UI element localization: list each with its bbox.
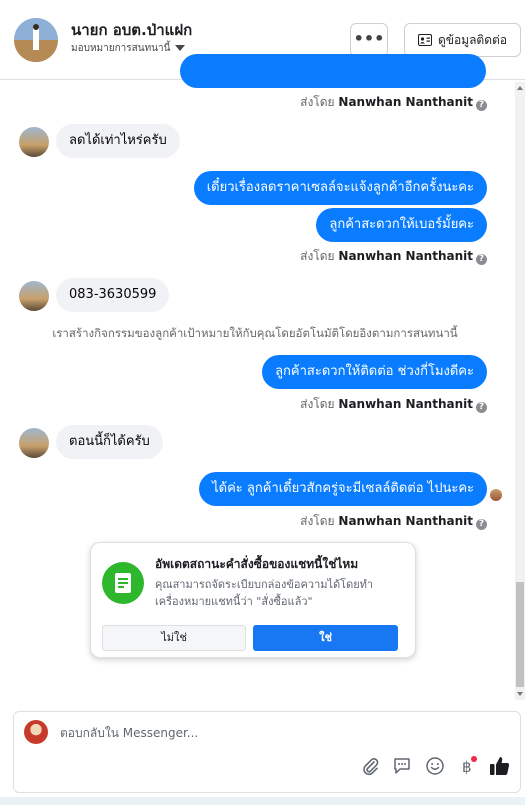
sent-by-label: ส่งโดย Nanwhan Nanthanit? [300,93,487,112]
more-options-icon: ••• [353,29,385,48]
attachment-icon[interactable] [360,756,380,776]
scrollbar-thumb[interactable] [516,582,524,687]
emoji-icon[interactable] [425,756,445,776]
sent-by-prefix: ส่งโดย [300,514,335,528]
system-activity-note: เราสร้างกิจกรรมของลูกค้าเป้าหมายให้กับคุ… [52,326,458,340]
contact-avatar-small [19,281,49,311]
info-icon[interactable]: ? [476,100,487,111]
saved-replies-icon[interactable] [392,756,412,776]
view-contact-button[interactable]: ดูข้อมูลติดต่อ [404,23,521,57]
confirm-button[interactable]: ใช่ [253,625,398,651]
reply-composer: ตอบกลับใน Messenger... ฿ [13,711,521,793]
sender-name: Nanwhan Nanthanit [338,249,473,263]
sent-by-label: ส่งโดย Nanwhan Nanthanit? [300,512,487,531]
scroll-down-icon[interactable] [517,692,523,696]
incoming-message[interactable]: ตอนนี้ก็ได้ครับ [56,425,163,459]
window-bottom-edge [0,797,525,805]
order-status-description: คุณสามารถจัดระเบียบกล่องข้อความได้โดยทำเ… [155,578,374,608]
sent-by-label: ส่งโดย Nanwhan Nanthanit? [300,395,487,414]
like-icon[interactable] [489,755,511,777]
sender-name: Nanwhan Nanthanit [338,397,473,411]
info-icon[interactable]: ? [476,254,487,265]
caret-down-icon [175,45,186,51]
contact-avatar[interactable] [14,18,58,62]
svg-text:฿: ฿ [462,758,472,776]
reply-input[interactable]: ตอบกลับใน Messenger... [60,724,198,743]
sent-by-prefix: ส่งโดย [300,249,335,263]
outgoing-message[interactable]: ลูกค้าสะดวกให้เบอร์มั้ยคะ [316,208,487,242]
contact-name[interactable]: นายก อบต.ป่าแฝก [71,18,192,42]
sent-by-label: ส่งโดย Nanwhan Nanthanit? [300,247,487,266]
info-icon[interactable]: ? [476,402,487,413]
outgoing-message[interactable]: ลูกค้าสะดวกให้ติดต่อ ช่วงกี่โมงดีคะ [262,355,487,389]
contact-card-icon [417,34,432,46]
view-contact-label: ดูข้อมูลติดต่อ [437,32,508,47]
read-receipt-avatar [490,489,502,501]
sender-name: Nanwhan Nanthanit [338,95,473,109]
scroll-up-icon[interactable] [517,86,523,90]
outgoing-message[interactable]: เดี๋ยวเรื่องลดราคาเซลล์จะแจ้งลูกค้าอีกคร… [193,171,487,205]
message-scrollbar[interactable] [515,82,525,700]
baht-icon[interactable]: ฿ [457,756,477,776]
order-status-title: อัพเดตสถานะคำสั่งซื้อของแชทนี้ใช่ไหม [155,557,359,571]
more-options-button[interactable]: ••• [350,23,388,57]
page-avatar [24,720,48,744]
sent-by-prefix: ส่งโดย [300,95,335,109]
decline-button[interactable]: ไม่ใช่ [102,625,246,651]
assign-conversation-dropdown[interactable]: มอบหมายการสนทนานี้ [71,41,186,56]
incoming-message[interactable]: ลดได้เท่าไหร่ครับ [56,124,180,158]
sender-name: Nanwhan Nanthanit [338,514,473,528]
outgoing-message-partial[interactable] [180,54,486,88]
sent-by-prefix: ส่งโดย [300,397,335,411]
outgoing-message[interactable]: ได้ค่ะ ลูกค้าเดี๋ยวสักครู่จะมีเซลล์ติดต่… [199,472,487,506]
incoming-message[interactable]: 083-3630599 [56,278,170,312]
order-status-icon [102,562,144,604]
info-icon[interactable]: ? [476,519,487,530]
order-status-prompt: อัพเดตสถานะคำสั่งซื้อของแชทนี้ใช่ไหม คุณ… [90,542,416,658]
contact-avatar-small [19,428,49,458]
contact-avatar-small [19,127,49,157]
assign-conversation-label: มอบหมายการสนทนานี้ [71,43,171,54]
